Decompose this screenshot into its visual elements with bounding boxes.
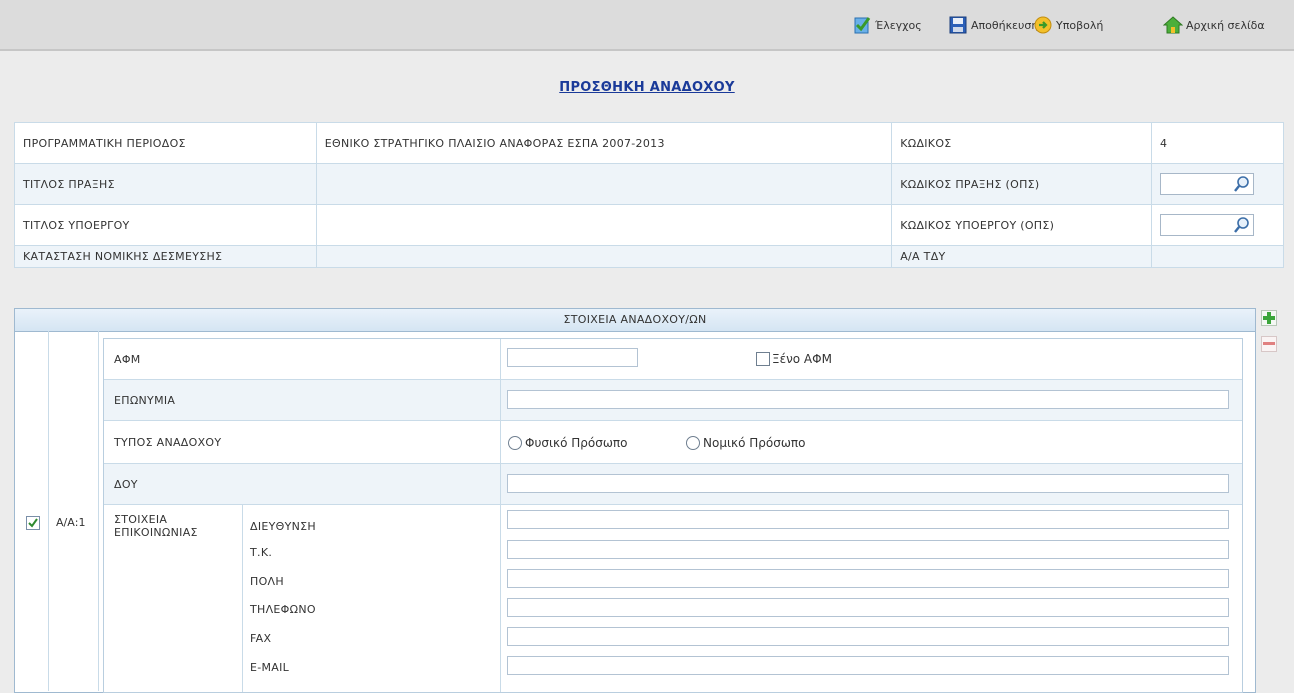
code-label: ΚΩΔΙΚΟΣ	[891, 122, 1152, 164]
page-title: ΠΡΟΣΘΗΚΗ ΑΝΑΔΟΧΟΥ	[559, 80, 735, 95]
doy-input[interactable]	[507, 474, 1229, 493]
address-label: ΔΙΕΥΘΥΝΣΗ	[250, 520, 316, 533]
type-row: ΤΥΠΟΣ ΑΝΑΔΟΧΟΥ Φυσικό Πρόσωπο Νομικό Πρό…	[104, 421, 1242, 464]
type-natural-radio[interactable]	[508, 436, 522, 450]
name-row: ΕΠΩΝΥΜΙΑ	[104, 380, 1242, 421]
period-label: ΠΡΟΓΡΑΜΜΑΤΙΚΗ ΠΕΡΙΟΔΟΣ	[14, 122, 317, 164]
type-label: ΤΥΠΟΣ ΑΝΑΔΟΧΟΥ	[114, 436, 222, 449]
address-input[interactable]	[507, 510, 1229, 529]
type-natural-label: Φυσικό Πρόσωπο	[525, 436, 628, 450]
submit-icon	[1034, 16, 1052, 34]
home-icon	[1163, 16, 1183, 34]
project-title-value	[315, 163, 893, 205]
legal-status-label: ΚΑΤΑΣΤΑΣΗ ΝΟΜΙΚΗΣ ΔΕΣΜΕΥΣΗΣ	[14, 245, 317, 268]
type-legal-radio[interactable]	[686, 436, 700, 450]
project-code-search[interactable]	[1160, 173, 1254, 195]
period-value: ΕΘΝΙΚΟ ΣΤΡΑΤΗΓΙΚΟ ΠΛΑΙΣΙΟ ΑΝΑΦΟΡΑΣ ΕΣΠΑ …	[315, 122, 893, 164]
name-label: ΕΠΩΝΥΜΙΑ	[114, 394, 176, 407]
afm-label: ΑΦΜ	[114, 353, 141, 366]
phone-input[interactable]	[507, 598, 1229, 617]
doy-label: ΔΟΥ	[114, 478, 138, 491]
legal-status-row: ΚΑΤΑΣΤΑΣΗ ΝΟΜΙΚΗΣ ΔΕΣΜΕΥΣΗΣ Α/Α ΤΔΥ	[14, 245, 1284, 268]
check-button[interactable]: Έλεγχος	[852, 14, 922, 36]
subproject-title-row: ΤΙΤΛΟΣ ΥΠΟΕΡΓΟΥ ΚΩΔΙΚΟΣ ΥΠΟΕΡΓΟΥ (ΟΠΣ)	[14, 204, 1284, 246]
code-value: 4	[1151, 122, 1284, 164]
toolbar: Έλεγχος Αποθήκευση Υποβολή Αρχική σελίδα	[0, 0, 1294, 51]
save-label: Αποθήκευση	[971, 18, 1039, 32]
period-row: ΠΡΟΓΡΑΜΜΑΤΙΚΗ ΠΕΡΙΟΔΟΣ ΕΘΝΙΚΟ ΣΤΡΑΤΗΓΙΚΟ…	[14, 122, 1284, 164]
phone-label: ΤΗΛΕΦΩΝΟ	[250, 603, 316, 616]
remove-contractor-button[interactable]	[1261, 336, 1277, 352]
contractor-form: ΑΦΜ Ξένο ΑΦΜ ΕΠΩΝΥΜΙΑ ΤΥΠΟΣ ΑΝΑΔΟΧΟΥ Φυσ…	[103, 338, 1243, 693]
column-divider	[98, 331, 99, 691]
foreign-afm-label: Ξένο ΑΦΜ	[772, 352, 832, 366]
column-divider	[48, 331, 49, 691]
contact-row: ΣΤΟΙΧΕΙΑ ΕΠΙΚΟΙΝΩΝΙΑΣ ΔΙΕΥΘΥΝΣΗ Τ.Κ. ΠΟΛ…	[104, 505, 1242, 692]
legal-status-value	[315, 245, 893, 268]
add-contractor-button[interactable]	[1261, 310, 1277, 326]
check-icon	[854, 17, 871, 34]
type-legal-label: Νομικό Πρόσωπο	[703, 436, 806, 450]
project-info-table: ΠΡΟΓΡΑΜΜΑΤΙΚΗ ΠΕΡΙΟΔΟΣ ΕΘΝΙΚΟ ΣΤΡΑΤΗΓΙΚΟ…	[14, 122, 1284, 268]
subproject-code-label: ΚΩΔΙΚΟΣ ΥΠΟΕΡΓΟΥ (ΟΠΣ)	[891, 204, 1152, 246]
row-number-label: Α/Α:1	[56, 516, 86, 529]
postal-code-label: Τ.Κ.	[250, 546, 273, 559]
aa-tdy-label: Α/Α ΤΔΥ	[891, 245, 1152, 268]
row-select-checkbox[interactable]	[26, 516, 40, 530]
subproject-title-value	[315, 204, 893, 246]
project-title-row: ΤΙΤΛΟΣ ΠΡΑΞΗΣ ΚΩΔΙΚΟΣ ΠΡΑΞΗΣ (ΟΠΣ)	[14, 163, 1284, 205]
project-code-label: ΚΩΔΙΚΟΣ ΠΡΑΞΗΣ (ΟΠΣ)	[891, 163, 1152, 205]
home-button[interactable]: Αρχική σελίδα	[1163, 14, 1265, 36]
checkmark-icon	[28, 518, 38, 528]
home-label: Αρχική σελίδα	[1186, 18, 1265, 32]
check-label: Έλεγχος	[875, 18, 922, 32]
save-icon	[949, 16, 967, 34]
search-icon[interactable]	[1233, 175, 1251, 193]
submit-button[interactable]: Υποβολή	[1033, 14, 1103, 36]
subproject-code-search[interactable]	[1160, 214, 1254, 236]
submit-label: Υποβολή	[1056, 18, 1104, 32]
fax-label: FAX	[250, 632, 272, 645]
search-icon[interactable]	[1233, 216, 1251, 234]
contact-label-line1: ΣΤΟΙΧΕΙΑ	[114, 513, 168, 526]
doy-row: ΔΟΥ	[104, 464, 1242, 505]
afm-input[interactable]	[507, 348, 638, 367]
postal-code-input[interactable]	[507, 540, 1229, 559]
city-label: ΠΟΛΗ	[250, 575, 284, 588]
project-title-label: ΤΙΤΛΟΣ ΠΡΑΞΗΣ	[14, 163, 317, 205]
email-input[interactable]	[507, 656, 1229, 675]
name-input[interactable]	[507, 390, 1229, 409]
contractor-panel-header: ΣΤΟΙΧΕΙΑ ΑΝΑΔΟΧΟΥ/ΩΝ	[15, 309, 1255, 332]
city-input[interactable]	[507, 569, 1229, 588]
save-button[interactable]: Αποθήκευση	[948, 14, 1038, 36]
email-label: E-MAIL	[250, 661, 290, 674]
afm-row: ΑΦΜ Ξένο ΑΦΜ	[104, 339, 1242, 380]
foreign-afm-checkbox[interactable]	[756, 352, 770, 366]
aa-tdy-value	[1151, 245, 1284, 268]
subproject-title-label: ΤΙΤΛΟΣ ΥΠΟΕΡΓΟΥ	[14, 204, 317, 246]
contact-label-line2: ΕΠΙΚΟΙΝΩΝΙΑΣ	[114, 526, 198, 539]
fax-input[interactable]	[507, 627, 1229, 646]
